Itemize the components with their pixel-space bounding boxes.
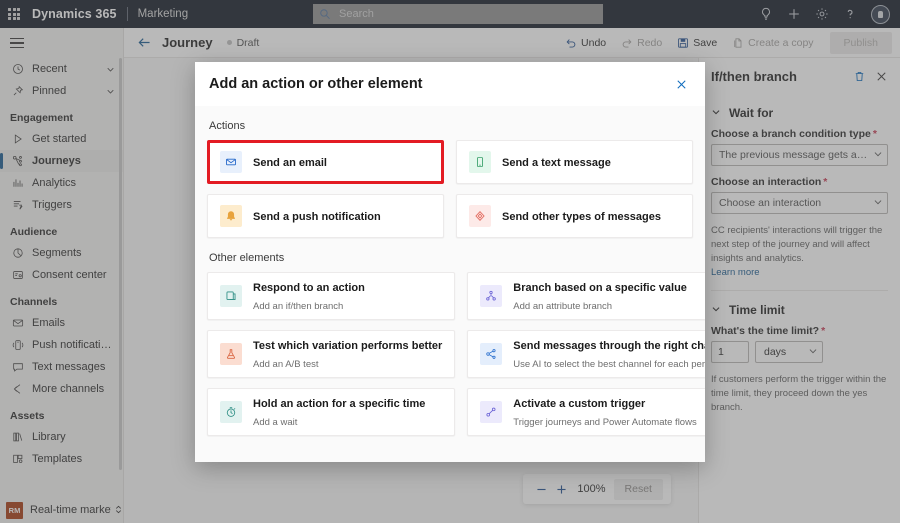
- diamond-icon: [469, 205, 491, 227]
- card-send-an-email[interactable]: Send an email: [207, 140, 444, 184]
- card-text: Send a text message: [502, 153, 611, 171]
- dialog-body: Actions Send an email Send a text messag…: [195, 106, 705, 462]
- attribute-branch-icon: [480, 285, 503, 307]
- phone-icon: [469, 151, 491, 173]
- card-title: Test which variation performs better: [253, 340, 443, 352]
- card-subtitle: Add an attribute branch: [513, 301, 613, 312]
- card-text: Branch based on a specific value Add an …: [513, 278, 705, 314]
- card-respond-to-an-action[interactable]: Respond to an action Add an if/then bran…: [207, 272, 456, 320]
- card-title: Send other types of messages: [502, 211, 661, 223]
- card-subtitle: Add a wait: [253, 417, 298, 428]
- custom-trigger-icon: [480, 401, 503, 423]
- card-text: Test which variation performs better Add…: [253, 336, 442, 372]
- card-subtitle: Trigger journeys and Power Automate flow…: [513, 417, 697, 428]
- add-element-dialog: Add an action or other element Actions S…: [195, 62, 705, 462]
- card-text: Activate a custom trigger Trigger journe…: [513, 394, 705, 430]
- card-subtitle: Use AI to select the best channel for ea…: [513, 359, 705, 370]
- card-title: Send an email: [253, 157, 327, 169]
- actions-card-grid: Send an email Send a text message Send a…: [207, 140, 693, 238]
- card-hold-an-action-for-a-specific-time[interactable]: Hold an action for a specific time Add a…: [207, 388, 456, 436]
- section-heading-actions: Actions: [209, 120, 246, 132]
- card-title: Respond to an action: [253, 282, 365, 294]
- card-title: Activate a custom trigger: [513, 398, 646, 410]
- dialog-title: Add an action or other element: [209, 76, 423, 92]
- card-send-messages-through-the-right-channel[interactable]: Send messages through the right channel …: [467, 330, 705, 378]
- channel-ai-icon: [480, 343, 503, 365]
- card-title: Send a text message: [502, 157, 611, 169]
- bell-icon: [220, 205, 242, 227]
- card-title: Branch based on a specific value: [513, 282, 687, 294]
- card-subtitle: Add an A/B test: [253, 359, 319, 370]
- card-activate-a-custom-trigger[interactable]: Activate a custom trigger Trigger journe…: [467, 388, 705, 436]
- email-icon: [220, 151, 242, 173]
- other-elements-card-grid: Respond to an action Add an if/then bran…: [207, 272, 705, 436]
- card-branch-based-on-a-specific-value[interactable]: Branch based on a specific value Add an …: [467, 272, 705, 320]
- branch-note-icon: [220, 285, 242, 307]
- close-icon[interactable]: [669, 72, 693, 96]
- card-test-which-variation-performs-better[interactable]: Test which variation performs better Add…: [207, 330, 456, 378]
- stopwatch-icon: [220, 401, 242, 423]
- card-subtitle: Add an if/then branch: [253, 301, 344, 312]
- flask-icon: [220, 343, 242, 365]
- card-send-other-types-of-messages[interactable]: Send other types of messages: [456, 194, 693, 238]
- card-text: Send an email: [253, 153, 327, 171]
- card-text: Hold an action for a specific time Add a…: [253, 394, 442, 430]
- card-text: Respond to an action Add an if/then bran…: [253, 278, 442, 314]
- card-title: Send messages through the right channel: [513, 340, 705, 352]
- card-title: Send a push notification: [253, 211, 381, 223]
- card-text: Send a push notification: [253, 207, 381, 225]
- card-send-a-push-notification[interactable]: Send a push notification: [207, 194, 444, 238]
- section-heading-other-elements: Other elements: [209, 252, 285, 264]
- card-text: Send messages through the right channel …: [513, 336, 705, 372]
- dialog-header: Add an action or other element: [195, 62, 705, 106]
- card-send-a-text-message[interactable]: Send a text message: [456, 140, 693, 184]
- card-title: Hold an action for a specific time: [253, 398, 426, 410]
- card-text: Send other types of messages: [502, 207, 661, 225]
